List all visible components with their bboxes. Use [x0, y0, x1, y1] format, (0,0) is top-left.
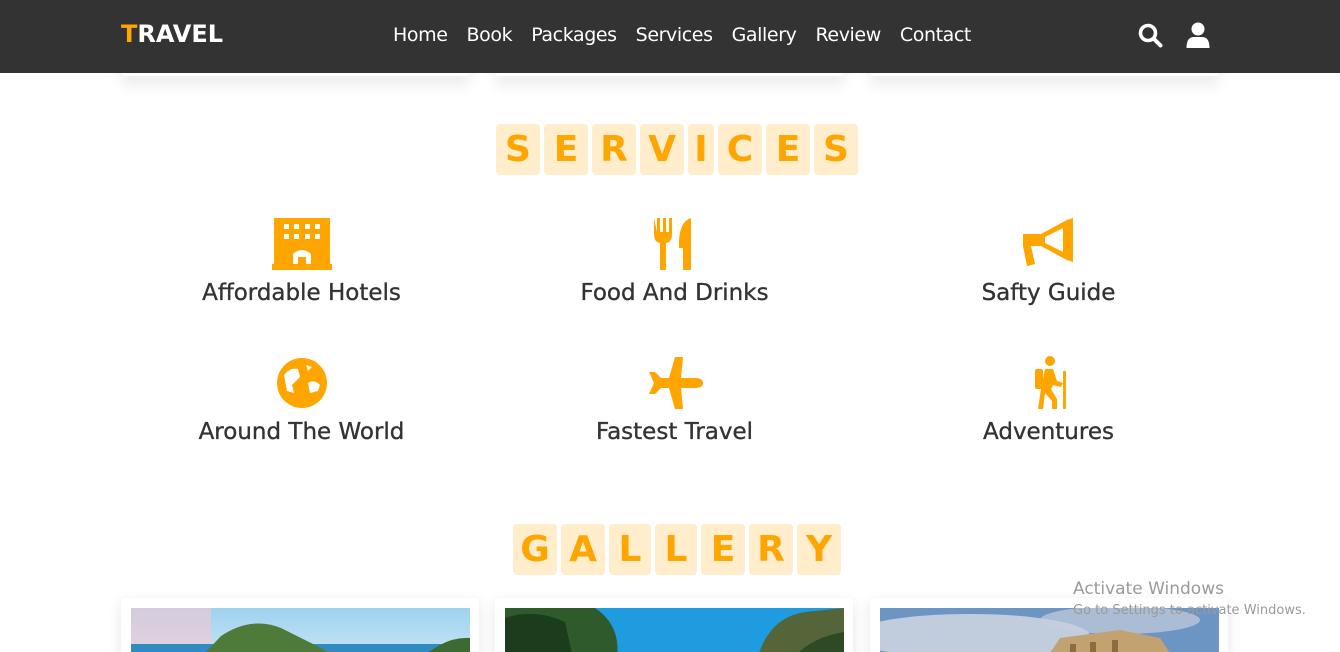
header-icons — [1137, 22, 1211, 48]
heading-letter: V — [640, 124, 684, 175]
service-title: Affordable Hotels — [202, 280, 401, 306]
logo-rest: RAVEL — [137, 20, 224, 48]
gallery-item[interactable] — [121, 598, 479, 652]
service-title: Safty Guide — [981, 280, 1116, 306]
nav-review[interactable]: Review — [815, 24, 881, 46]
header: TRAVEL Home Book Packages Services Galle… — [0, 0, 1340, 73]
heading-letter: A — [561, 524, 605, 575]
services-heading: S E R V I C E S — [496, 124, 858, 175]
heading-letter: E — [701, 524, 745, 575]
search-icon[interactable] — [1137, 22, 1163, 48]
service-title: Fastest Travel — [595, 419, 754, 445]
heading-letter: G — [513, 524, 557, 575]
heading-letter: E — [544, 124, 588, 175]
service-card: Food And Drinks — [488, 214, 861, 306]
heading-letter: R — [749, 524, 793, 575]
gallery-item[interactable] — [495, 598, 853, 652]
user-icon[interactable] — [1185, 22, 1211, 48]
bullhorn-icon — [1019, 214, 1079, 274]
service-card: Safty Guide — [862, 214, 1235, 306]
plane-icon — [645, 353, 705, 413]
service-card: Affordable Hotels — [115, 214, 488, 306]
hiking-icon — [1019, 353, 1079, 413]
heading-letter: L — [609, 524, 651, 575]
service-title: Food And Drinks — [580, 280, 769, 306]
service-title: Adventures — [983, 419, 1114, 445]
service-card: Fastest Travel — [488, 353, 861, 445]
heading-letter: S — [496, 124, 540, 175]
heading-letter: S — [814, 124, 858, 175]
heading-letter: I — [688, 124, 714, 175]
globe-icon — [272, 353, 332, 413]
heading-letter: C — [718, 124, 762, 175]
gallery-image — [505, 608, 844, 652]
logo-first-letter: T — [121, 20, 138, 48]
gallery-heading: G A L L E R Y — [513, 524, 841, 575]
nav-gallery[interactable]: Gallery — [732, 24, 797, 46]
heading-letter: R — [592, 124, 636, 175]
service-card: Around The World — [115, 353, 488, 445]
heading-letter: Y — [797, 524, 841, 575]
watermark-subtitle: Go to Settings to activate Windows. — [1073, 603, 1306, 618]
service-card: Adventures — [862, 353, 1235, 445]
watermark-title: Activate Windows — [1073, 579, 1224, 599]
heading-letter: L — [655, 524, 697, 575]
utensils-icon — [645, 214, 705, 274]
gallery-image — [131, 608, 470, 652]
nav-book[interactable]: Book — [467, 24, 513, 46]
nav-services[interactable]: Services — [636, 24, 713, 46]
main-nav: Home Book Packages Services Gallery Revi… — [393, 24, 971, 46]
service-title: Around The World — [198, 419, 405, 445]
nav-home[interactable]: Home — [393, 24, 448, 46]
nav-contact[interactable]: Contact — [900, 24, 972, 46]
logo[interactable]: TRAVEL — [121, 20, 223, 48]
windows-watermark: Activate Windows Go to Settings to activ… — [1073, 579, 1306, 618]
nav-packages[interactable]: Packages — [531, 24, 617, 46]
hotel-icon — [271, 214, 332, 274]
heading-letter: E — [766, 124, 810, 175]
